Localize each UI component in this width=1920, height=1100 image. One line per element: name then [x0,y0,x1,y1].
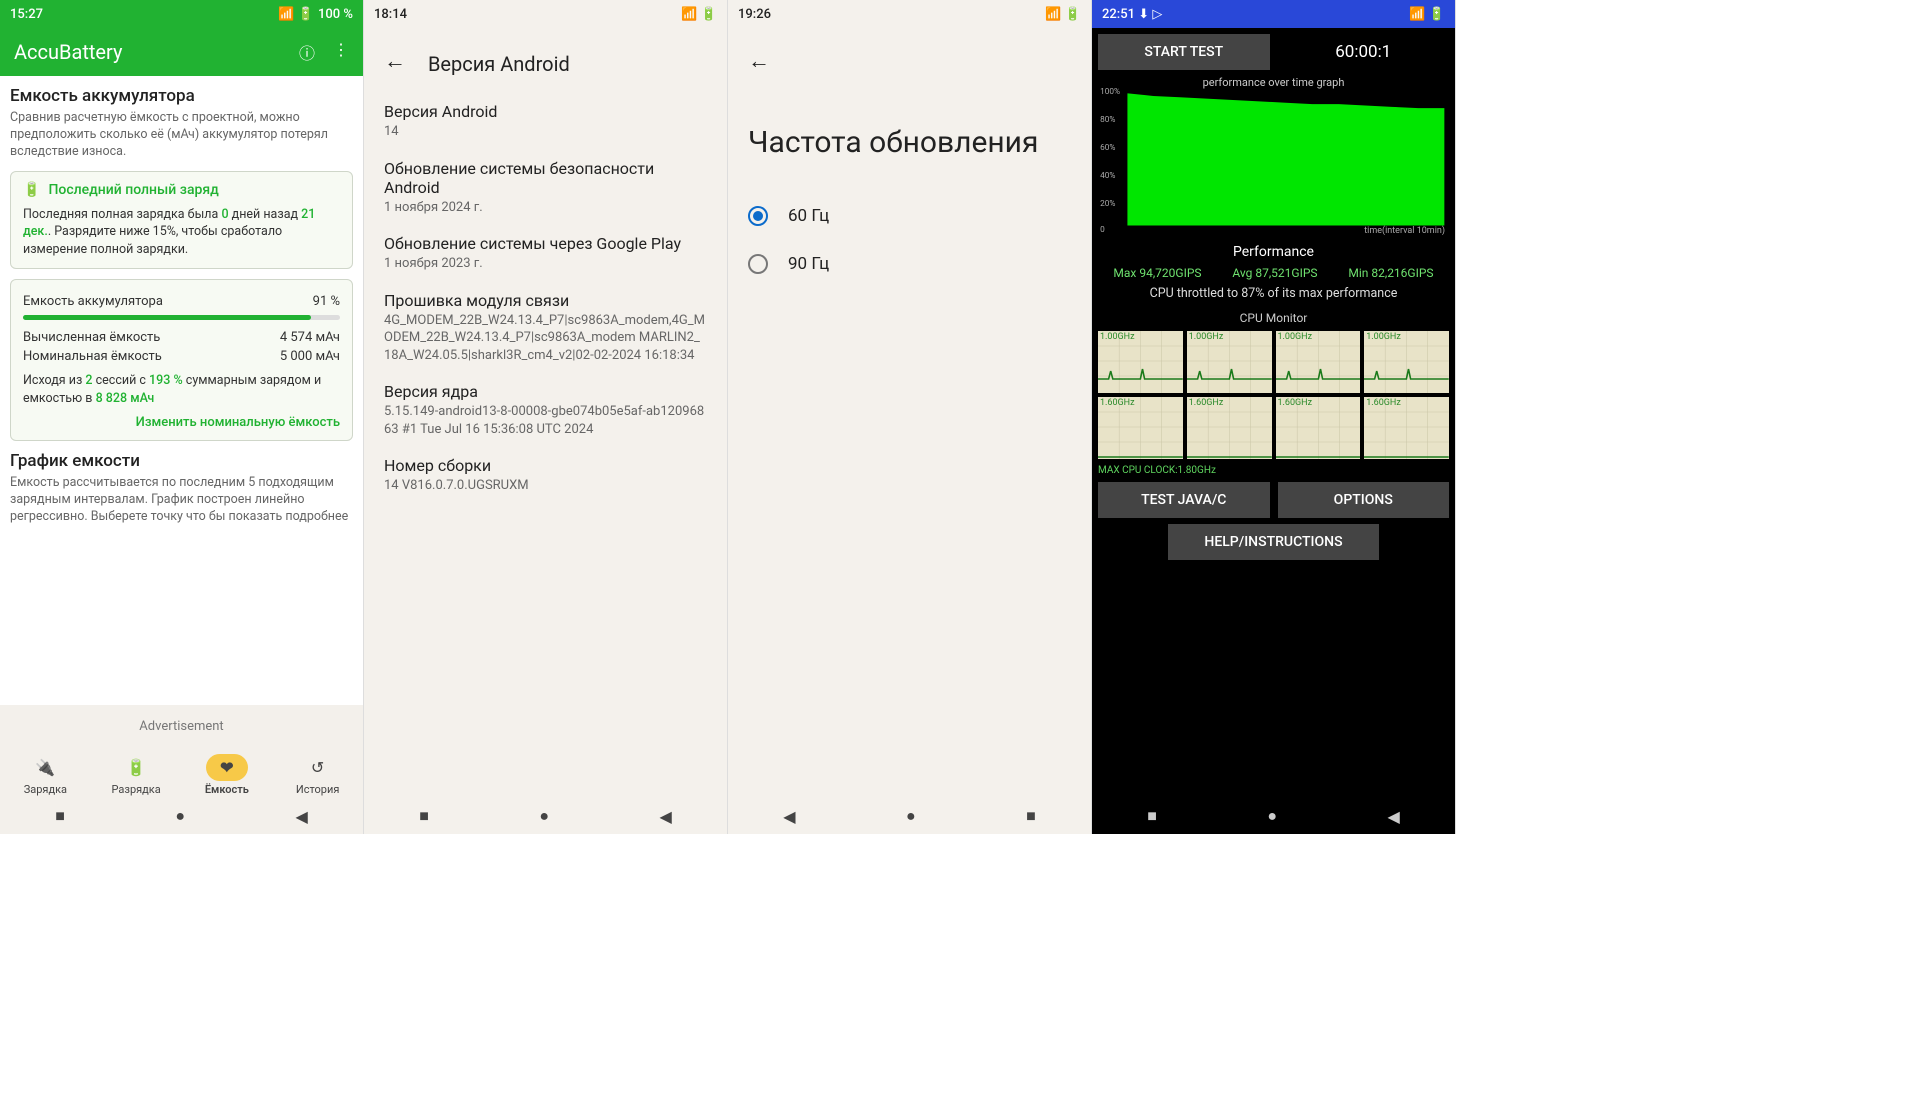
settings-item[interactable]: Версия Android 14 [384,102,707,141]
back-button[interactable]: ◀ [783,807,795,826]
advertisement: Advertisement [0,705,363,748]
status-time: 18:14 [374,7,407,22]
settings-item[interactable]: Номер сборки 14 V816.0.7.0.UGSRUXM [384,456,707,495]
item-label: Версия Android [384,102,707,121]
nav-charging[interactable]: 🔌Зарядка [0,754,91,796]
options-button[interactable]: OPTIONS [1278,482,1450,518]
cpu-core: 1.00GHz [1187,331,1272,393]
nav-history[interactable]: ↺История [272,754,363,796]
history-icon: ↺ [297,754,338,781]
cpu-core: 1.00GHz [1364,331,1449,393]
cpu-core: 1.60GHz [1364,397,1449,459]
status-bar: 22:51 ⬇ ▷ 📶 🔋 [1092,0,1455,28]
settings-item[interactable]: Версия ядра 5.15.149-android13-8-00008-gb… [384,382,707,438]
discharge-icon: 🔋 [112,754,160,781]
item-label: Номер сборки [384,456,707,475]
nav-capacity[interactable]: ❤Ёмкость [182,754,273,796]
svg-text:40%: 40% [1100,170,1115,180]
item-label: Обновление системы через Google Play [384,234,707,253]
section-title: График емкости [10,451,353,471]
recent-button[interactable]: ■ [1147,806,1157,826]
svg-text:60%: 60% [1100,142,1115,152]
help-icon[interactable]: ⓘ [299,40,315,64]
last-charge-card: 🔋Последний полный заряд Последняя полная… [10,171,353,270]
heart-icon: ❤ [206,754,247,781]
bottom-nav: 🔌Зарядка 🔋Разрядка ❤Ёмкость ↺История [0,748,363,798]
battery-icon: 🔋 [23,182,40,198]
item-label: Версия ядра [384,382,707,401]
throttle-text: CPU throttled to 87% of its max performa… [1098,286,1449,301]
cpu-core: 1.60GHz [1276,397,1361,459]
cpu-monitor-label: CPU Monitor [1098,311,1449,325]
back-arrow-icon[interactable]: ← [384,38,406,84]
page-title: Версия Android [428,52,570,76]
status-bar: 18:14 📶 🔋 [364,0,727,28]
home-button[interactable]: ● [539,806,549,826]
status-time: 15:27 [10,7,43,22]
settings-item[interactable]: Обновление системы безопасности Android 1… [384,159,707,217]
home-button[interactable]: ● [906,806,916,826]
radio-icon [748,206,768,226]
cpu-core: 1.60GHz [1187,397,1272,459]
status-icons: 📶 🔋 [681,7,717,22]
back-button[interactable]: ◀ [295,807,307,826]
item-value: 14 V816.0.7.0.UGSRUXM [384,477,707,495]
status-icons: 📶 🔋 [1409,7,1445,22]
app-bar: AccuBattery ⓘ ⋮ [0,28,363,76]
home-button[interactable]: ● [1267,806,1277,826]
performance-graph: performance over time graph 100%80%60%40… [1098,76,1449,236]
performance-label: Performance [1098,244,1449,260]
test-java-button[interactable]: TEST JAVA/C [1098,482,1270,518]
item-label: Обновление системы безопасности Android [384,159,707,197]
svg-text:80%: 80% [1100,114,1115,124]
app-title: AccuBattery [14,40,122,64]
settings-item[interactable]: Обновление системы через Google Play 1 но… [384,234,707,273]
item-value: 14 [384,123,707,141]
cpu-core: 1.00GHz [1098,331,1183,393]
recent-button[interactable]: ■ [1026,806,1036,826]
back-button[interactable]: ◀ [1387,807,1399,826]
max-clock: MAX CPU CLOCK:1.80GHz [1098,465,1449,476]
section-desc: Сравнив расчетную ёмкость с проектной, м… [10,110,353,161]
item-value: 5.15.149-android13-8-00008-gbe074b05e5af… [384,403,707,438]
page-title: Частота обновления [748,124,1071,162]
svg-text:20%: 20% [1100,198,1115,208]
section-desc: Емкость рассчитывается по последним 5 по… [10,475,353,526]
more-icon[interactable]: ⋮ [333,40,349,64]
cpu-grid: 1.00GHz 1.00GHz 1.00GHz 1.00GHz 1.60GHz [1098,331,1449,459]
svg-text:0: 0 [1100,224,1105,234]
item-value: 4G_MODEM_22B_W24.13.4_P7|sc9863A_modem,4… [384,312,707,365]
item-label: Прошивка модуля связи [384,291,707,310]
help-button[interactable]: HELP/INSTRUCTIONS [1168,524,1379,560]
section-title: Емкость аккумулятора [10,86,353,106]
status-icons: 📶 🔋 [1045,7,1081,22]
status-right: 📶 🔋100 % [278,7,353,22]
radio-60hz[interactable]: 60 Гц [748,192,1071,240]
change-capacity-link[interactable]: Изменить номинальную ёмкость [23,415,340,430]
radio-90hz[interactable]: 90 Гц [748,240,1071,288]
recent-button[interactable]: ■ [55,806,65,826]
nav-discharging[interactable]: 🔋Разрядка [91,754,182,796]
back-button[interactable]: ◀ [659,807,671,826]
performance-metrics: Max 94,720GIPSAvg 87,521GIPSMin 82,216GI… [1098,266,1449,280]
status-time: 22:51 ⬇ ▷ [1102,7,1162,22]
status-bar: 15:27 📶 🔋100 % [0,0,363,28]
settings-item[interactable]: Прошивка модуля связи 4G_MODEM_22B_W24.13… [384,291,707,365]
status-bar: 19:26 📶 🔋 [728,0,1091,28]
item-value: 1 ноября 2023 г. [384,255,707,273]
status-time: 19:26 [738,7,771,22]
cpu-core: 1.00GHz [1276,331,1361,393]
start-test-button[interactable]: START TEST [1098,34,1270,70]
back-arrow-icon[interactable]: ← [748,38,770,84]
capacity-bar [23,315,340,320]
cpu-core: 1.60GHz [1098,397,1183,459]
radio-icon [748,254,768,274]
home-button[interactable]: ● [175,806,185,826]
item-value: 1 ноября 2024 г. [384,199,707,217]
charge-icon: 🔌 [21,754,69,781]
timer: 60:00:1 [1278,42,1450,62]
capacity-card: Емкость аккумулятора91 % Вычисленная ёмк… [10,279,353,441]
recent-button[interactable]: ■ [419,806,429,826]
